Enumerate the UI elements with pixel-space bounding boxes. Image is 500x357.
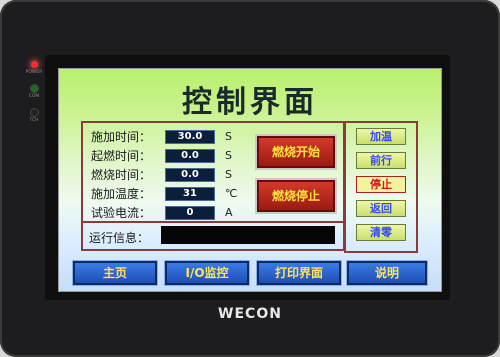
hmi-screen: 控制界面 施加时间： 30.0 S 起燃时间： 0.0 S 燃烧时间： 0.0 …	[58, 68, 442, 292]
param-value-field[interactable]: 0	[165, 205, 215, 220]
param-row-burn-time: 燃烧时间： 0.0 S	[91, 166, 241, 183]
run-info-panel: 运行信息：	[81, 221, 345, 251]
param-unit: ℃	[225, 187, 238, 200]
return-button[interactable]: 返回	[356, 200, 406, 217]
param-unit: S	[225, 168, 232, 181]
parameter-panel: 施加时间： 30.0 S 起燃时间： 0.0 S 燃烧时间： 0.0 S 施加温…	[81, 121, 345, 223]
start-burn-button[interactable]: 燃烧开始	[257, 136, 335, 168]
nav-print-button[interactable]: 打印界面	[257, 261, 341, 285]
nav-io-monitor-button[interactable]: I/O监控	[165, 261, 249, 285]
touch-led-label: TCH	[29, 118, 39, 123]
com-led-label: COM	[28, 94, 40, 99]
param-value-field[interactable]: 0.0	[165, 148, 215, 163]
param-value-field[interactable]: 30.0	[165, 129, 215, 144]
nav-home-button[interactable]: 主页	[73, 261, 157, 285]
param-label: 试验电流：	[91, 206, 152, 220]
stop-burn-button[interactable]: 燃烧停止	[257, 180, 335, 212]
param-label: 施加时间：	[91, 130, 152, 144]
reset-button[interactable]: 清零	[356, 224, 406, 241]
param-row-ignition-time: 起燃时间： 0.0 S	[91, 147, 241, 164]
touch-led-icon	[29, 108, 39, 117]
param-value-field[interactable]: 31	[165, 186, 215, 201]
param-unit: A	[225, 206, 233, 219]
heat-button[interactable]: 加温	[356, 128, 406, 145]
page-title: 控制界面	[182, 85, 318, 120]
brand-logo: WECON	[218, 306, 282, 322]
power-led-icon	[29, 60, 39, 69]
side-control-panel: 加温 前行 停止 返回 清零	[344, 121, 418, 253]
run-info-label: 运行信息：	[89, 231, 150, 245]
param-label: 起燃时间：	[91, 149, 152, 163]
param-unit: S	[225, 130, 232, 143]
param-row-apply-time: 施加时间： 30.0 S	[91, 128, 241, 145]
param-value-field[interactable]: 0.0	[165, 167, 215, 182]
stop-button[interactable]: 停止	[356, 176, 406, 193]
param-row-current: 试验电流： 0 A	[91, 204, 241, 221]
power-led-label: POWER	[25, 70, 43, 75]
param-label: 施加温度：	[91, 187, 152, 201]
status-leds: POWER COM TCH	[22, 60, 46, 132]
run-info-display	[161, 226, 335, 244]
param-label: 燃烧时间：	[91, 168, 152, 182]
param-row-temperature: 施加温度： 31 ℃	[91, 185, 241, 202]
param-unit: S	[225, 149, 232, 162]
nav-help-button[interactable]: 说明	[347, 261, 427, 285]
com-led-icon	[29, 84, 39, 93]
forward-button[interactable]: 前行	[356, 152, 406, 169]
